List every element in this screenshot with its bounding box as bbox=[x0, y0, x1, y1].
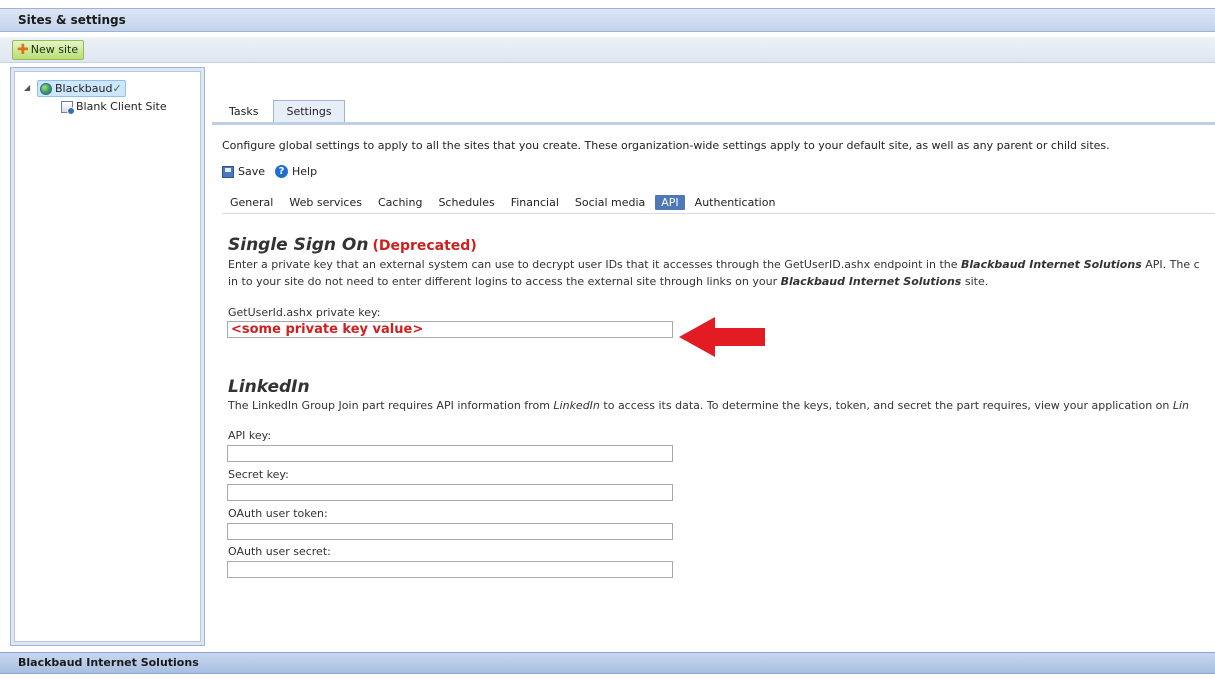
save-icon bbox=[222, 165, 234, 178]
linkedin-heading: LinkedIn bbox=[228, 377, 310, 397]
tree-child-label: Blank Client Site bbox=[76, 100, 167, 113]
oauth-user-secret-input[interactable] bbox=[227, 561, 673, 578]
oauth-user-token-input[interactable] bbox=[227, 523, 673, 540]
help-icon: ? bbox=[275, 165, 289, 178]
tab-settings[interactable]: Settings bbox=[273, 100, 345, 122]
footer-bar: Blackbaud Internet Solutions bbox=[0, 652, 1215, 674]
secret-key-input[interactable] bbox=[227, 484, 673, 501]
oauth-user-secret-label: OAuth user secret: bbox=[228, 545, 331, 558]
subtab-schedules[interactable]: Schedules bbox=[432, 195, 500, 210]
site-tree-panel: ◢ Blackbaud ✓ Blank Client Site bbox=[10, 67, 205, 646]
collapse-arrow-icon[interactable]: ◢ bbox=[24, 83, 30, 92]
new-site-label: New site bbox=[30, 43, 79, 56]
api-key-label: API key: bbox=[228, 429, 272, 442]
site-page-icon bbox=[61, 100, 75, 115]
tree-root-label: Blackbaud bbox=[55, 82, 113, 95]
sso-description-line-1: Enter a private key that an external sys… bbox=[228, 258, 1200, 271]
subtab-web-services[interactable]: Web services bbox=[283, 195, 368, 210]
subtab-authentication[interactable]: Authentication bbox=[689, 195, 782, 210]
plus-icon: ✚ bbox=[17, 42, 29, 58]
subtab-api[interactable]: API bbox=[655, 195, 685, 210]
subtab-social-media[interactable]: Social media bbox=[569, 195, 651, 210]
settings-description: Configure global settings to apply to al… bbox=[222, 139, 1110, 152]
toolbar: ✚ New site bbox=[0, 37, 1215, 63]
private-key-label: GetUserId.ashx private key: bbox=[228, 306, 381, 319]
deprecated-label: (Deprecated) bbox=[372, 238, 477, 254]
subtab-financial[interactable]: Financial bbox=[505, 195, 565, 210]
help-label: Help bbox=[292, 165, 318, 178]
check-icon: ✓ bbox=[112, 82, 122, 95]
window-title: Sites & settings bbox=[0, 8, 1215, 32]
help-button[interactable]: ? Help bbox=[275, 165, 317, 178]
tree-node-blackbaud[interactable]: Blackbaud ✓ bbox=[37, 80, 126, 97]
settings-subtabs: General Web services Caching Schedules F… bbox=[224, 195, 785, 210]
sso-description-line-2: in to your site do not need to enter dif… bbox=[228, 275, 989, 288]
sso-heading: Single Sign On (Deprecated) bbox=[228, 235, 477, 255]
tab-bar: Tasks Settings bbox=[220, 100, 345, 122]
linkedin-description: The LinkedIn Group Join part requires AP… bbox=[228, 399, 1190, 412]
tree-node-blank-client-site[interactable]: Blank Client Site bbox=[61, 100, 167, 115]
save-button[interactable]: Save bbox=[222, 165, 265, 178]
secret-key-label: Secret key: bbox=[228, 468, 289, 481]
tab-tasks[interactable]: Tasks bbox=[220, 102, 267, 122]
private-key-value: <some private key value> bbox=[231, 322, 424, 337]
oauth-user-token-label: OAuth user token: bbox=[228, 507, 328, 520]
subtab-caching[interactable]: Caching bbox=[372, 195, 428, 210]
subtab-general[interactable]: General bbox=[224, 195, 279, 210]
action-bar: Save ? Help bbox=[222, 165, 317, 178]
api-key-input[interactable] bbox=[227, 445, 673, 462]
red-arrow-annotation-icon bbox=[679, 317, 765, 357]
private-key-input[interactable]: <some private key value> bbox=[227, 321, 673, 338]
new-site-button[interactable]: ✚ New site bbox=[12, 40, 85, 60]
sso-title: Single Sign On bbox=[228, 235, 369, 255]
tab-divider bbox=[212, 122, 1215, 125]
globe-icon bbox=[40, 82, 52, 95]
save-label: Save bbox=[238, 165, 266, 178]
subtab-divider bbox=[222, 213, 1215, 214]
